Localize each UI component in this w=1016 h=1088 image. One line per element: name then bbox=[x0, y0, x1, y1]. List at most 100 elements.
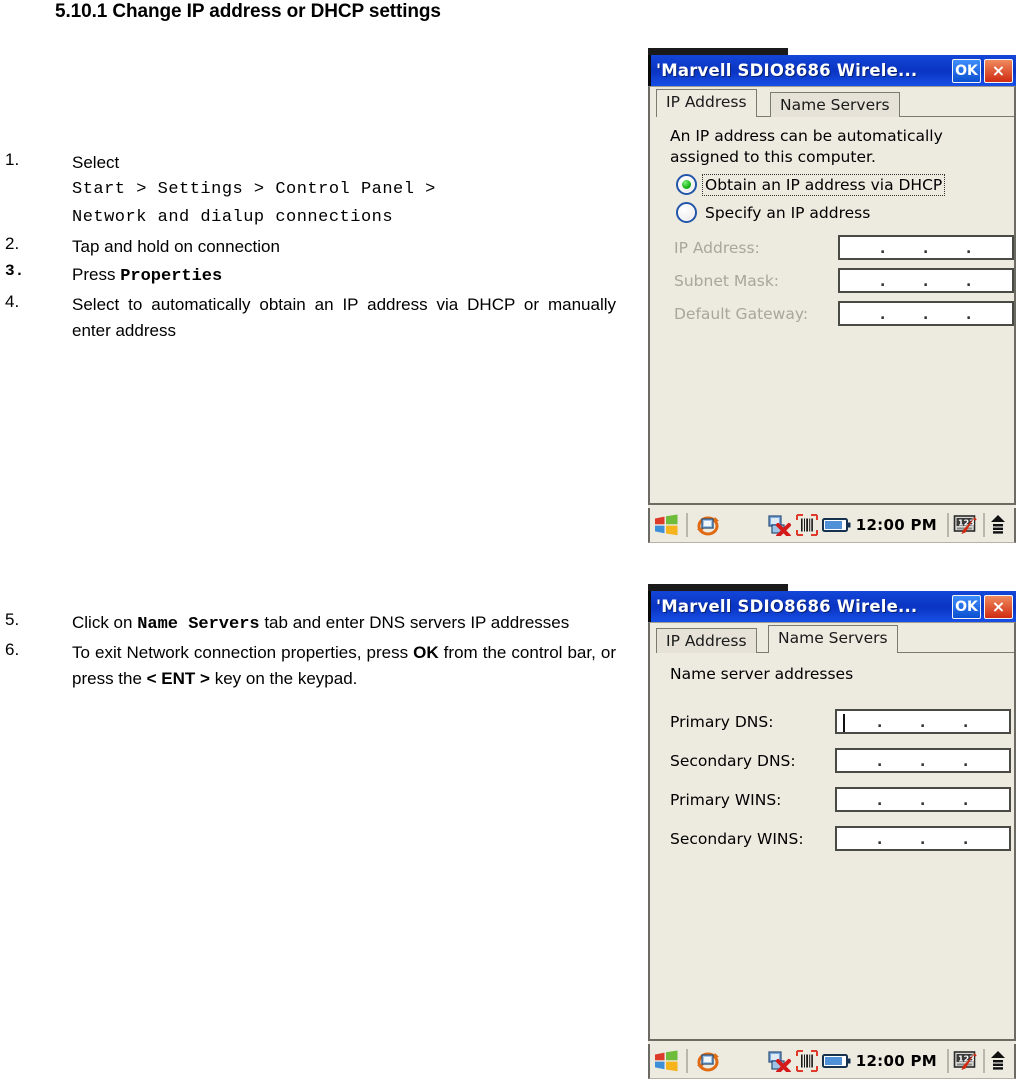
ip-octet bbox=[923, 270, 969, 291]
ip-octet bbox=[880, 303, 926, 324]
taskbar: 12:00 PM 123 bbox=[648, 508, 1016, 543]
list-item: 1. Select Start > Settings > Control Pan… bbox=[0, 150, 640, 232]
input-primary-dns[interactable] bbox=[835, 709, 1011, 734]
label-primary-wins: Primary WINS: bbox=[670, 790, 782, 809]
close-icon[interactable]: × bbox=[984, 58, 1013, 83]
field-row-ip-address: IP Address: bbox=[674, 235, 1014, 260]
label-secondary-dns: Secondary DNS: bbox=[670, 751, 796, 770]
step-keyword: Properties bbox=[120, 267, 223, 286]
ip-octet bbox=[920, 789, 966, 810]
ip-octet bbox=[880, 237, 926, 258]
ip-octet bbox=[920, 750, 966, 771]
label-secondary-wins: Secondary WINS: bbox=[670, 829, 804, 848]
ip-octet bbox=[837, 750, 880, 771]
radio-specify-row[interactable]: Specify an IP address bbox=[676, 202, 1014, 223]
ok-button[interactable]: OK bbox=[952, 594, 981, 619]
network-connection-icon[interactable] bbox=[695, 1050, 721, 1072]
tab-name-servers[interactable]: Name Servers bbox=[770, 92, 900, 117]
taskbar-divider bbox=[947, 1049, 949, 1073]
input-panel-icon[interactable]: 123 bbox=[953, 514, 979, 536]
dialog-client-area: IP Address Name Servers An IP address ca… bbox=[648, 86, 1016, 505]
ip-octet bbox=[966, 270, 1012, 291]
field-row-secondary-dns: Secondary DNS: bbox=[670, 748, 1014, 773]
taskbar-divider bbox=[947, 513, 949, 537]
svg-text:123: 123 bbox=[958, 1055, 975, 1064]
panel-title: Name server addresses bbox=[670, 665, 854, 683]
step-text: Press Properties bbox=[72, 262, 640, 290]
step-number: 2. bbox=[5, 234, 20, 253]
ip-octet bbox=[923, 237, 969, 258]
step-number: 5. bbox=[5, 610, 20, 629]
ip-octet bbox=[966, 237, 1012, 258]
ip-octet bbox=[920, 711, 966, 732]
ip-octet bbox=[963, 750, 1009, 771]
input-subnet-mask[interactable] bbox=[838, 268, 1014, 293]
input-secondary-dns[interactable] bbox=[835, 748, 1011, 773]
radio-dhcp-row[interactable]: Obtain an IP address via DHCP bbox=[676, 173, 1014, 196]
taskbar-clock: 12:00 PM bbox=[855, 1052, 937, 1070]
ip-octet bbox=[877, 789, 923, 810]
ip-octet bbox=[963, 828, 1009, 849]
step-number: 1. bbox=[5, 150, 20, 169]
windows-start-icon[interactable] bbox=[654, 514, 679, 536]
battery-icon[interactable] bbox=[821, 515, 852, 535]
device-screenshot-ip-address: 'Marvell SDIO8686 Wirele... OK × IP Addr… bbox=[648, 48, 1016, 543]
network-disconnected-icon[interactable] bbox=[768, 1050, 792, 1072]
label-default-gateway: Default Gateway: bbox=[674, 304, 809, 323]
radio-dhcp-icon[interactable] bbox=[676, 174, 697, 195]
step-number: 4. bbox=[5, 292, 20, 311]
ip-octet bbox=[963, 711, 1009, 732]
up-arrow-icon[interactable] bbox=[989, 514, 1007, 536]
field-row-primary-wins: Primary WINS: bbox=[670, 787, 1014, 812]
field-row-subnet-mask: Subnet Mask: bbox=[674, 268, 1014, 293]
radio-dhcp-label[interactable]: Obtain an IP address via DHCP bbox=[701, 173, 946, 196]
barcode-scanner-icon[interactable] bbox=[795, 1050, 818, 1072]
input-panel-icon[interactable]: 123 bbox=[953, 1050, 979, 1072]
barcode-scanner-icon[interactable] bbox=[795, 514, 818, 536]
step-keyword: Name Servers bbox=[137, 615, 260, 634]
network-connection-icon[interactable] bbox=[695, 514, 721, 536]
radio-specify-icon[interactable] bbox=[676, 202, 697, 223]
ip-octet bbox=[966, 303, 1012, 324]
field-row-primary-dns: Primary DNS: bbox=[670, 709, 1014, 734]
step-number: 6. bbox=[5, 640, 20, 659]
list-item: 3. Press Properties bbox=[0, 262, 640, 290]
tab-ip-address[interactable]: IP Address bbox=[656, 628, 757, 653]
list-item: 5. Click on Name Servers tab and enter D… bbox=[0, 610, 640, 638]
list-item: 4. Select to automatically obtain an IP … bbox=[0, 292, 640, 344]
panel-description: An IP address can be automatically assig… bbox=[670, 127, 943, 166]
step-text: Tap and hold on connection bbox=[72, 237, 280, 256]
step-command-line: Start > Settings > Control Panel > bbox=[72, 180, 436, 199]
ip-octet bbox=[963, 789, 1009, 810]
ip-octet bbox=[880, 270, 926, 291]
tab-name-servers[interactable]: Name Servers bbox=[768, 625, 898, 653]
ip-octet bbox=[840, 303, 883, 324]
dialog-titlebar: 'Marvell SDIO8686 Wirele... OK × bbox=[648, 55, 1016, 86]
radio-specify-label[interactable]: Specify an IP address bbox=[703, 203, 872, 223]
ip-address-panel: An IP address can be automatically assig… bbox=[650, 126, 1014, 326]
network-disconnected-icon[interactable] bbox=[768, 514, 792, 536]
step-number: 3. bbox=[5, 262, 25, 280]
input-ip-address[interactable] bbox=[838, 235, 1014, 260]
input-secondary-wins[interactable] bbox=[835, 826, 1011, 851]
step-text-suffix: tab and enter DNS servers IP addresses bbox=[259, 613, 570, 632]
taskbar-divider bbox=[686, 1049, 688, 1073]
tab-bar: IP Address Name Servers bbox=[656, 623, 1014, 653]
ok-button[interactable]: OK bbox=[952, 58, 981, 83]
step-text-prefix: Press bbox=[72, 265, 121, 284]
battery-icon[interactable] bbox=[821, 1051, 852, 1071]
ip-octet bbox=[840, 270, 883, 291]
step-text-prefix: To exit Network connection properties, p… bbox=[72, 643, 414, 662]
step-text-prefix: Click on bbox=[72, 613, 138, 632]
input-default-gateway[interactable] bbox=[838, 301, 1014, 326]
up-arrow-icon[interactable] bbox=[989, 1050, 1007, 1072]
input-primary-wins[interactable] bbox=[835, 787, 1011, 812]
list-item: 6. To exit Network connection properties… bbox=[0, 640, 640, 692]
tab-ip-address[interactable]: IP Address bbox=[656, 89, 757, 117]
ip-octet bbox=[837, 789, 880, 810]
step-text-suffix: key on the keypad. bbox=[209, 669, 358, 688]
ip-octet bbox=[920, 828, 966, 849]
close-icon[interactable]: × bbox=[984, 594, 1013, 619]
windows-start-icon[interactable] bbox=[654, 1050, 679, 1072]
label-subnet-mask: Subnet Mask: bbox=[674, 271, 780, 290]
